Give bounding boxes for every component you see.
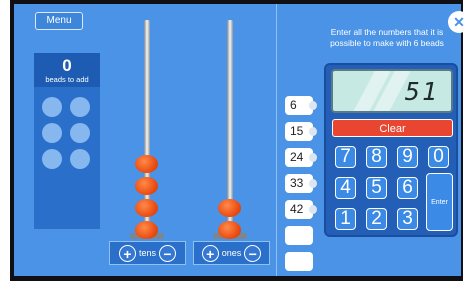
key-1[interactable]: 1	[335, 208, 356, 230]
tens-bead[interactable]	[135, 221, 158, 239]
key-0[interactable]: 0	[428, 146, 449, 168]
answer-value: 15	[290, 124, 304, 138]
answer-box[interactable]: 33	[285, 174, 317, 193]
ones-bead[interactable]	[218, 199, 241, 217]
answer-remove-icon[interactable]	[309, 127, 317, 136]
answer-remove-icon[interactable]	[309, 153, 317, 162]
ones-controls: + ones −	[193, 241, 270, 265]
tens-bead[interactable]	[135, 177, 158, 195]
answer-remove-icon[interactable]	[309, 205, 317, 214]
answer-value: 33	[290, 176, 304, 190]
beads-to-add-label: beads to add	[45, 75, 89, 84]
key-4[interactable]: 4	[335, 177, 356, 199]
answer-box-empty[interactable]	[285, 226, 313, 245]
answer-value: 24	[290, 150, 304, 164]
bead-slot[interactable]	[42, 97, 62, 117]
key-5[interactable]: 5	[366, 177, 387, 199]
tens-label: tens	[138, 248, 156, 258]
tens-bead[interactable]	[135, 155, 158, 173]
bead-slot[interactable]	[70, 97, 90, 117]
tens-remove-button[interactable]: −	[159, 244, 176, 262]
answer-value: 42	[290, 202, 304, 216]
ones-add-button[interactable]: +	[201, 244, 219, 262]
enter-button[interactable]: Enter	[426, 173, 453, 231]
bead-slot[interactable]	[42, 149, 62, 169]
key-7[interactable]: 7	[335, 146, 356, 168]
clear-button[interactable]: Clear	[332, 119, 453, 137]
close-icon[interactable]: ✕	[448, 11, 470, 33]
key-3[interactable]: 3	[397, 208, 418, 230]
bead-slot[interactable]	[42, 123, 62, 143]
key-8[interactable]: 8	[366, 146, 387, 168]
calculator-display: 51	[331, 69, 453, 113]
answer-box[interactable]: 15	[285, 122, 317, 141]
ones-bead[interactable]	[218, 221, 241, 239]
answer-value: 6	[290, 98, 297, 112]
bead-slot[interactable]	[70, 149, 90, 169]
menu-button[interactable]: Menu	[35, 12, 83, 30]
calculator-display-value: 51	[404, 77, 439, 106]
answer-box[interactable]: 42	[285, 200, 317, 219]
tens-bead[interactable]	[135, 199, 158, 217]
answer-box-empty[interactable]	[285, 252, 313, 271]
answer-box[interactable]: 24	[285, 148, 317, 167]
ones-remove-button[interactable]: −	[244, 244, 262, 262]
answer-remove-icon[interactable]	[309, 101, 317, 110]
panel-divider	[276, 4, 277, 276]
key-2[interactable]: 2	[366, 208, 387, 230]
beads-to-add-panel: 0 beads to add	[34, 53, 100, 229]
answer-remove-icon[interactable]	[309, 179, 317, 188]
ones-label: ones	[221, 248, 242, 258]
answer-box[interactable]: 6	[285, 96, 317, 115]
beads-to-add-count: 0	[62, 56, 72, 75]
key-6[interactable]: 6	[397, 177, 418, 199]
tens-controls: + tens −	[109, 241, 186, 265]
tens-add-button[interactable]: +	[118, 244, 136, 262]
beads-to-add-header: 0 beads to add	[34, 53, 100, 87]
instruction-text: Enter all the numbers that it is possibl…	[330, 27, 444, 48]
key-9[interactable]: 9	[397, 146, 418, 168]
bead-slot[interactable]	[70, 123, 90, 143]
